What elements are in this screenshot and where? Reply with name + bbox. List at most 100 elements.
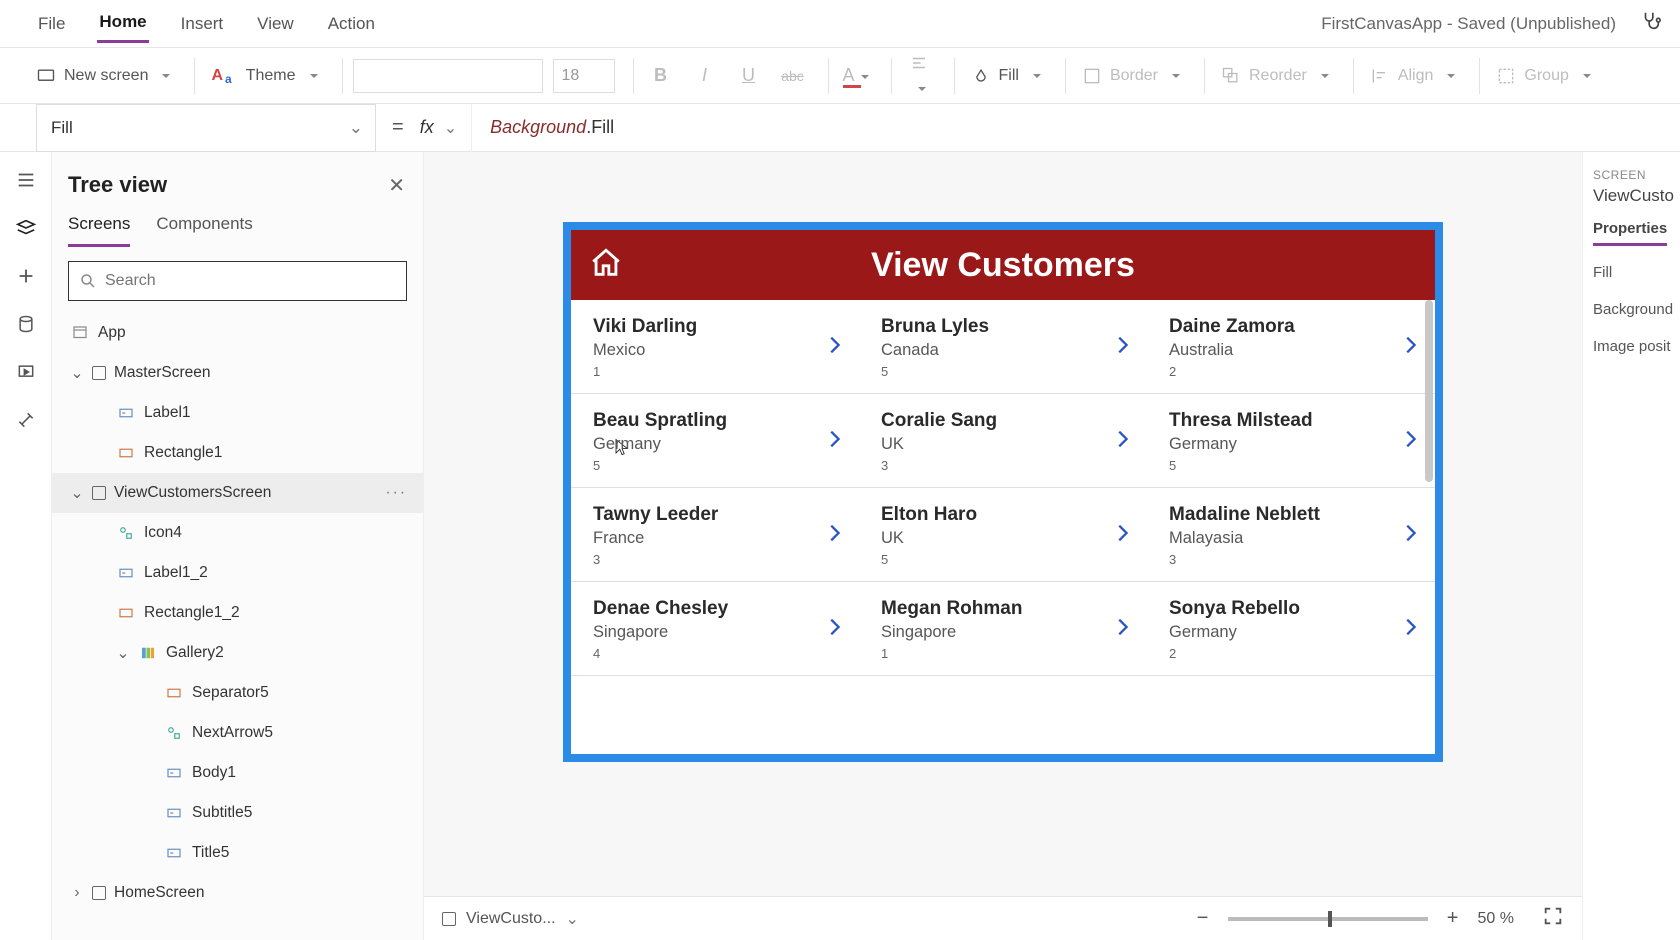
screen-icon (92, 486, 106, 500)
font-color-button[interactable]: A (839, 65, 873, 86)
gallery-cell[interactable]: Thresa MilsteadGermany5 (1147, 394, 1435, 487)
tree-search[interactable] (68, 261, 407, 301)
chevron-right-icon[interactable] (823, 518, 845, 553)
menu-view[interactable]: View (255, 6, 296, 42)
customer-country: Singapore (881, 623, 1129, 642)
theme-button[interactable]: Aa Theme (205, 63, 323, 89)
chevron-right-icon[interactable] (1111, 330, 1133, 365)
font-family-select[interactable] (353, 59, 543, 93)
chevron-right-icon[interactable] (1111, 424, 1133, 459)
chevron-down-icon[interactable]: ⌄ (70, 484, 84, 503)
menu-home[interactable]: Home (97, 4, 148, 43)
chevron-right-icon[interactable] (1399, 612, 1421, 647)
tree-node-homescreen[interactable]: › HomeScreen (52, 873, 423, 913)
media-icon[interactable] (14, 360, 38, 384)
fill-button[interactable]: Fill (965, 62, 1047, 90)
border-button[interactable]: Border (1076, 62, 1186, 90)
chevron-right-icon[interactable] (1399, 330, 1421, 365)
chevron-right-icon[interactable] (1399, 518, 1421, 553)
tree-node-separator5[interactable]: Separator5 (52, 673, 423, 713)
diagnostics-icon[interactable] (1640, 10, 1662, 37)
tree-node-viewcustomersscreen[interactable]: ⌄ ViewCustomersScreen ··· (52, 473, 423, 513)
zoom-out-button[interactable]: − (1192, 907, 1214, 930)
chevron-right-icon[interactable] (823, 424, 845, 459)
data-icon[interactable] (14, 312, 38, 336)
align-button[interactable]: Align (1364, 62, 1462, 90)
tree-node-label1[interactable]: Label1 (52, 393, 423, 433)
property-fill[interactable]: Fill (1593, 264, 1670, 281)
chevron-right-icon[interactable] (1111, 518, 1133, 553)
gallery-cell[interactable]: Denae ChesleySingapore4 (571, 582, 859, 675)
tab-properties[interactable]: Properties (1593, 220, 1667, 246)
menu-action[interactable]: Action (326, 6, 377, 42)
menu-file[interactable]: File (36, 6, 67, 42)
gallery-cell[interactable]: Tawny LeederFrance3 (571, 488, 859, 581)
formula-input[interactable]: Background.Fill (472, 117, 614, 138)
underline-button[interactable]: U (732, 65, 766, 86)
fx-icon[interactable]: fx (420, 117, 438, 138)
zoom-slider[interactable] (1228, 917, 1428, 921)
reorder-button[interactable]: Reorder (1215, 62, 1335, 90)
tab-components[interactable]: Components (156, 214, 252, 247)
gallery-cell[interactable]: Bruna LylesCanada5 (859, 300, 1147, 393)
gallery-cell[interactable]: Megan RohmanSingapore1 (859, 582, 1147, 675)
tree-node-subtitle5[interactable]: Subtitle5 (52, 793, 423, 833)
tree-node-body1[interactable]: Body1 (52, 753, 423, 793)
tree-node-nextarrow5[interactable]: NextArrow5 (52, 713, 423, 753)
bold-button[interactable]: B (644, 65, 678, 86)
chevron-down-icon[interactable]: ⌄ (116, 644, 130, 663)
font-size-select[interactable]: 18 (553, 59, 615, 93)
gallery-row: Denae ChesleySingapore4Megan RohmanSinga… (571, 582, 1435, 676)
hamburger-icon[interactable] (14, 168, 38, 192)
search-input[interactable] (105, 272, 396, 290)
menu-insert[interactable]: Insert (179, 6, 226, 42)
app-preview[interactable]: View Customers Viki DarlingMexico1Bruna … (563, 222, 1443, 762)
tree-node-rectangle1-2[interactable]: Rectangle1_2 (52, 593, 423, 633)
zoom-in-button[interactable]: + (1442, 907, 1464, 930)
customer-country: Singapore (593, 623, 841, 642)
insert-icon[interactable] (14, 264, 38, 288)
property-image-position[interactable]: Image posit (1593, 338, 1670, 355)
gallery-cell[interactable]: Coralie SangUK3 (859, 394, 1147, 487)
tree-list[interactable]: App ⌄ MasterScreen Label1 Rectangle1 ⌄ V… (52, 313, 423, 940)
tree-node-gallery2[interactable]: ⌄ Gallery2 (52, 633, 423, 673)
tree-node-title5[interactable]: Title5 (52, 833, 423, 873)
text-align-button[interactable] (902, 54, 936, 98)
gallery-cell[interactable]: Sonya RebelloGermany2 (1147, 582, 1435, 675)
home-icon[interactable] (589, 246, 623, 285)
fit-screen-icon[interactable] (1542, 905, 1564, 932)
chevron-right-icon[interactable] (1111, 612, 1133, 647)
strikethrough-button[interactable]: abc (776, 68, 810, 84)
chevron-right-icon[interactable] (823, 612, 845, 647)
chevron-right-icon[interactable]: › (70, 884, 84, 902)
gallery-cell[interactable]: Daine ZamoraAustralia2 (1147, 300, 1435, 393)
tree-node-rectangle1[interactable]: Rectangle1 (52, 433, 423, 473)
gallery-cell[interactable]: Elton HaroUK5 (859, 488, 1147, 581)
tree-view-icon[interactable] (14, 216, 38, 240)
chevron-down-icon[interactable]: ⌄ (566, 909, 579, 929)
chevron-right-icon[interactable] (823, 330, 845, 365)
tools-icon[interactable] (14, 408, 38, 432)
gallery-cell[interactable]: Viki DarlingMexico1 (571, 300, 859, 393)
gallery-cell[interactable]: Beau SpratlingGermany5 (571, 394, 859, 487)
tree-node-label1-2[interactable]: Label1_2 (52, 553, 423, 593)
chevron-down-icon[interactable]: ⌄ (444, 118, 457, 138)
customer-gallery[interactable]: Viki DarlingMexico1Bruna LylesCanada5Dai… (571, 300, 1435, 754)
label-icon (116, 404, 136, 422)
tree-node-app[interactable]: App (52, 313, 423, 353)
tree-node-icon4[interactable]: Icon4 (52, 513, 423, 553)
gallery-cell[interactable]: Madaline NeblettMalayasia3 (1147, 488, 1435, 581)
breadcrumb-screen[interactable]: ViewCusto... (466, 910, 556, 928)
new-screen-button[interactable]: New screen (30, 62, 176, 90)
property-select[interactable]: Fill ⌄ (36, 104, 376, 152)
tree-node-label: NextArrow5 (192, 724, 273, 742)
close-icon[interactable]: ✕ (388, 173, 405, 198)
tab-screens[interactable]: Screens (68, 214, 130, 247)
property-background[interactable]: Background (1593, 301, 1670, 318)
group-button[interactable]: Group (1490, 62, 1596, 90)
italic-button[interactable]: I (688, 65, 722, 86)
chevron-down-icon[interactable]: ⌄ (70, 364, 84, 383)
more-icon[interactable]: ··· (386, 484, 408, 502)
tree-node-masterscreen[interactable]: ⌄ MasterScreen (52, 353, 423, 393)
chevron-right-icon[interactable] (1399, 424, 1421, 459)
